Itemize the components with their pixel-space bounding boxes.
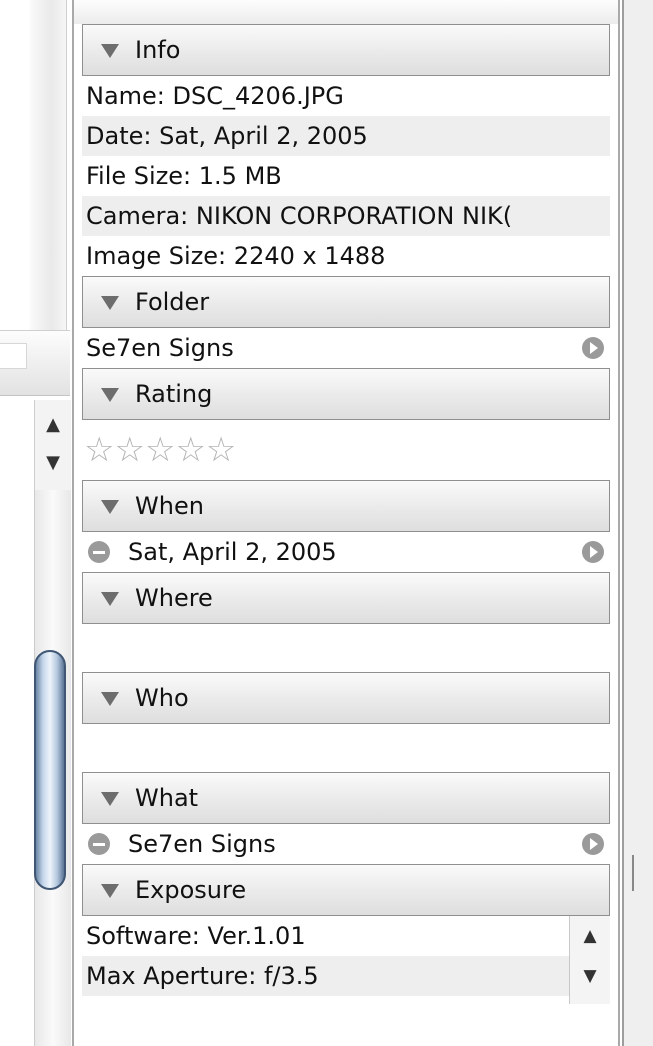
exposure-row-max-aperture: Max Aperture: f/3.5 — [82, 956, 572, 996]
folder-row: Se7en Signs — [82, 328, 610, 368]
info-label: Image Size: — [86, 242, 227, 270]
left-pane-strip — [30, 0, 67, 330]
go-arrow-icon[interactable] — [582, 337, 604, 359]
info-row-image-size: Image Size: 2240 x 1488 — [82, 236, 610, 276]
folder-section-header[interactable]: Folder — [82, 276, 610, 328]
exposure-value: Ver.1.01 — [207, 922, 306, 950]
info-header-label: Info — [135, 36, 181, 64]
exposure-label: Software: — [86, 922, 200, 950]
what-row: Se7en Signs — [82, 824, 610, 864]
exposure-row-software: Software: Ver.1.01 — [82, 916, 572, 956]
exposure-header-label: Exposure — [135, 876, 247, 904]
where-header-label: Where — [135, 584, 213, 612]
info-label: Name: — [86, 82, 165, 110]
go-arrow-icon[interactable] — [582, 833, 604, 855]
panel-top-cap — [74, 0, 618, 24]
scroll-up-arrow-icon[interactable]: ▲ — [35, 414, 71, 435]
disclosure-triangle-icon[interactable] — [101, 884, 119, 898]
info-row-file-size: File Size: 1.5 MB — [82, 156, 610, 196]
what-keyword: Se7en Signs — [128, 830, 276, 858]
go-arrow-icon[interactable] — [582, 541, 604, 563]
disclosure-triangle-icon[interactable] — [101, 388, 119, 402]
left-pane-divider-band — [0, 330, 70, 396]
what-header-label: What — [135, 784, 199, 812]
disclosure-triangle-icon[interactable] — [101, 592, 119, 606]
disclosure-triangle-icon[interactable] — [101, 692, 119, 706]
scroll-down-arrow-icon[interactable]: ▼ — [35, 452, 71, 473]
who-header-label: Who — [135, 684, 189, 712]
where-empty-area — [82, 624, 610, 672]
folder-header-label: Folder — [135, 288, 210, 316]
left-scroll-arrows: ▲ ▼ — [34, 400, 71, 490]
info-section-header[interactable]: Info — [82, 24, 610, 76]
info-label: File Size: — [86, 162, 192, 190]
info-panel: Info Name: DSC_4206.JPG Date: Sat, April… — [72, 0, 620, 1046]
folder-name: Se7en Signs — [86, 334, 234, 362]
rating-header-label: Rating — [135, 380, 213, 408]
exposure-scrollbar[interactable]: ▲ ▼ — [569, 916, 610, 1004]
disclosure-triangle-icon[interactable] — [101, 296, 119, 310]
info-row-name: Name: DSC_4206.JPG — [82, 76, 610, 116]
resize-grip[interactable] — [632, 855, 634, 891]
info-row-date: Date: Sat, April 2, 2005 — [82, 116, 610, 156]
remove-minus-icon[interactable] — [88, 833, 110, 855]
rating-stars[interactable]: ☆☆☆☆☆ — [82, 420, 610, 480]
exposure-label: Max Aperture: — [86, 962, 257, 990]
who-section-header[interactable]: Who — [82, 672, 610, 724]
when-date: Sat, April 2, 2005 — [128, 538, 337, 566]
left-pane-scroll-column: ▲ ▼ — [0, 0, 72, 1046]
exposure-list: Software: Ver.1.01 Max Aperture: f/3.5 ▲… — [82, 916, 610, 1004]
what-section-header[interactable]: What — [82, 772, 610, 824]
info-value: DSC_4206.JPG — [172, 82, 344, 110]
info-label: Camera: — [86, 202, 189, 230]
left-scroll-thumb[interactable] — [34, 650, 66, 890]
when-header-label: When — [135, 492, 204, 520]
exposure-section-header[interactable]: Exposure — [82, 864, 610, 916]
left-pane-notch — [0, 343, 27, 369]
info-row-camera: Camera: NIKON CORPORATION NIK( — [82, 196, 610, 236]
who-empty-area — [82, 724, 610, 772]
scroll-down-arrow-icon[interactable]: ▼ — [570, 966, 610, 986]
info-value: NIKON CORPORATION NIK( — [195, 202, 513, 230]
info-value: 1.5 MB — [198, 162, 282, 190]
disclosure-triangle-icon[interactable] — [101, 500, 119, 514]
info-value: Sat, April 2, 2005 — [159, 122, 368, 150]
scroll-up-arrow-icon[interactable]: ▲ — [570, 926, 610, 946]
where-section-header[interactable]: Where — [82, 572, 610, 624]
disclosure-triangle-icon[interactable] — [101, 792, 119, 806]
info-value: 2240 x 1488 — [233, 242, 386, 270]
info-label: Date: — [86, 122, 152, 150]
disclosure-triangle-icon[interactable] — [101, 44, 119, 58]
window-edge — [622, 0, 653, 1046]
exposure-value: f/3.5 — [263, 962, 319, 990]
when-row: Sat, April 2, 2005 — [82, 532, 610, 572]
remove-minus-icon[interactable] — [88, 541, 110, 563]
when-section-header[interactable]: When — [82, 480, 610, 532]
rating-section-header[interactable]: Rating — [82, 368, 610, 420]
